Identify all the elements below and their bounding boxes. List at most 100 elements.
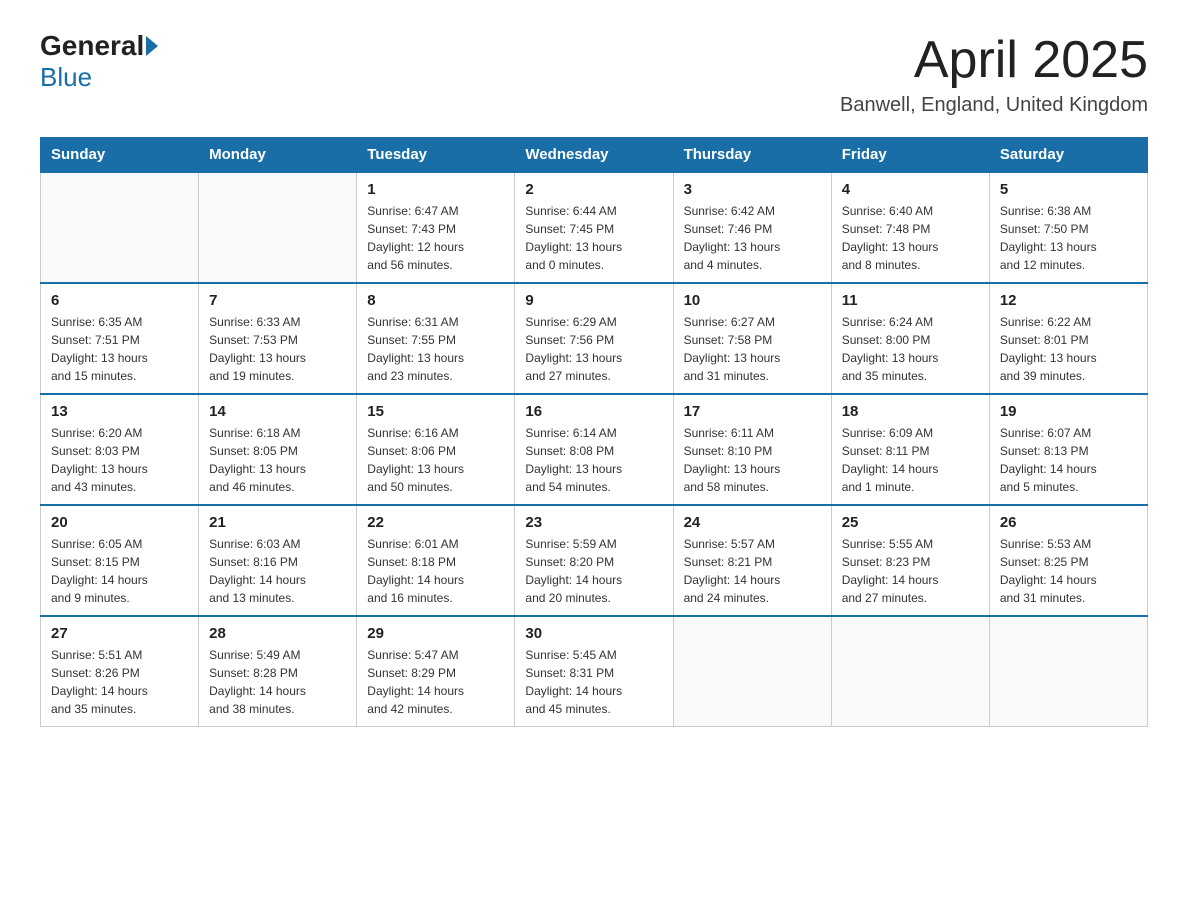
day-info: Sunrise: 5:53 AMSunset: 8:25 PMDaylight:… [1000,535,1137,607]
day-number: 1 [367,181,504,198]
calendar-cell: 2Sunrise: 6:44 AMSunset: 7:45 PMDaylight… [515,172,673,283]
calendar-cell: 16 Sunrise: 6:14 AMSunset: 8:08 PMDayligh… [515,394,673,505]
col-header-thursday: Thursday [673,138,831,173]
calendar-cell [199,172,357,283]
calendar-cell: 4 Sunrise: 6:40 AMSunset: 7:48 PMDaylight… [831,172,989,283]
logo-arrow-icon [146,36,158,56]
col-header-sunday: Sunday [41,138,199,173]
calendar-cell: 23 Sunrise: 5:59 AMSunset: 8:20 PMDayligh… [515,505,673,616]
day-number: 2 [525,181,662,198]
calendar-cell: 28 Sunrise: 5:49 AMSunset: 8:28 PMDayligh… [199,616,357,727]
day-number: 19 [1000,403,1137,420]
day-info: Sunrise: 6:20 AMSunset: 8:03 PMDaylight:… [51,424,188,496]
day-number: 22 [367,514,504,531]
day-number: 24 [684,514,821,531]
day-number: 16 [525,403,662,420]
day-number: 14 [209,403,346,420]
day-number: 10 [684,292,821,309]
calendar-cell: 8Sunrise: 6:31 AMSunset: 7:55 PMDaylight… [357,283,515,394]
calendar-cell: 17 Sunrise: 6:11 AMSunset: 8:10 PMDayligh… [673,394,831,505]
day-info: Sunrise: 6:01 AMSunset: 8:18 PMDaylight:… [367,535,504,607]
day-number: 9 [525,292,662,309]
day-number: 8 [367,292,504,309]
calendar-cell [41,172,199,283]
calendar-cell: 29 Sunrise: 5:47 AMSunset: 8:29 PMDayligh… [357,616,515,727]
day-info: Sunrise: 5:59 AMSunset: 8:20 PMDaylight:… [525,535,662,607]
calendar-cell [831,616,989,727]
calendar-cell: 7 Sunrise: 6:33 AMSunset: 7:53 PMDaylight… [199,283,357,394]
day-number: 27 [51,625,188,642]
day-info: Sunrise: 6:18 AMSunset: 8:05 PMDaylight:… [209,424,346,496]
calendar-cell: 9Sunrise: 6:29 AMSunset: 7:56 PMDaylight… [515,283,673,394]
day-info: Sunrise: 6:42 AMSunset: 7:46 PMDaylight:… [684,202,821,274]
calendar-cell: 21Sunrise: 6:03 AMSunset: 8:16 PMDayligh… [199,505,357,616]
day-number: 28 [209,625,346,642]
calendar-cell: 11 Sunrise: 6:24 AMSunset: 8:00 PMDayligh… [831,283,989,394]
week-row-2: 6Sunrise: 6:35 AMSunset: 7:51 PMDaylight… [41,283,1148,394]
day-info: Sunrise: 6:24 AMSunset: 8:00 PMDaylight:… [842,313,979,385]
day-number: 4 [842,181,979,198]
calendar-cell: 30 Sunrise: 5:45 AMSunset: 8:31 PMDayligh… [515,616,673,727]
day-info: Sunrise: 6:07 AMSunset: 8:13 PMDaylight:… [1000,424,1137,496]
calendar-cell [989,616,1147,727]
calendar-cell: 3 Sunrise: 6:42 AMSunset: 7:46 PMDaylight… [673,172,831,283]
day-number: 23 [525,514,662,531]
page-subtitle: Banwell, England, United Kingdom [840,94,1148,117]
day-number: 20 [51,514,188,531]
day-info: Sunrise: 5:57 AMSunset: 8:21 PMDaylight:… [684,535,821,607]
day-info: Sunrise: 6:33 AMSunset: 7:53 PMDaylight:… [209,313,346,385]
day-info: Sunrise: 6:16 AMSunset: 8:06 PMDaylight:… [367,424,504,496]
col-header-saturday: Saturday [989,138,1147,173]
day-info: Sunrise: 5:45 AMSunset: 8:31 PMDaylight:… [525,646,662,718]
calendar-cell: 1Sunrise: 6:47 AMSunset: 7:43 PMDaylight… [357,172,515,283]
day-info: Sunrise: 6:40 AMSunset: 7:48 PMDaylight:… [842,202,979,274]
day-info: Sunrise: 6:14 AMSunset: 8:08 PMDaylight:… [525,424,662,496]
day-info: Sunrise: 6:05 AMSunset: 8:15 PMDaylight:… [51,535,188,607]
calendar-cell: 27 Sunrise: 5:51 AMSunset: 8:26 PMDayligh… [41,616,199,727]
page-title: April 2025 [840,30,1148,90]
day-info: Sunrise: 6:22 AMSunset: 8:01 PMDaylight:… [1000,313,1137,385]
calendar-cell: 13 Sunrise: 6:20 AMSunset: 8:03 PMDayligh… [41,394,199,505]
calendar-cell: 15 Sunrise: 6:16 AMSunset: 8:06 PMDayligh… [357,394,515,505]
day-number: 29 [367,625,504,642]
day-number: 17 [684,403,821,420]
day-number: 13 [51,403,188,420]
day-number: 12 [1000,292,1137,309]
week-row-3: 13 Sunrise: 6:20 AMSunset: 8:03 PMDayligh… [41,394,1148,505]
day-number: 5 [1000,181,1137,198]
calendar-cell: 20 Sunrise: 6:05 AMSunset: 8:15 PMDayligh… [41,505,199,616]
calendar-cell: 18 Sunrise: 6:09 AMSunset: 8:11 PMDayligh… [831,394,989,505]
col-header-wednesday: Wednesday [515,138,673,173]
day-number: 6 [51,292,188,309]
day-number: 7 [209,292,346,309]
day-info: Sunrise: 5:47 AMSunset: 8:29 PMDaylight:… [367,646,504,718]
calendar-cell: 24 Sunrise: 5:57 AMSunset: 8:21 PMDayligh… [673,505,831,616]
page-header: General Blue April 2025 Banwell, England… [40,30,1148,117]
logo: General Blue [40,30,160,93]
week-row-4: 20 Sunrise: 6:05 AMSunset: 8:15 PMDayligh… [41,505,1148,616]
day-info: Sunrise: 6:11 AMSunset: 8:10 PMDaylight:… [684,424,821,496]
week-row-5: 27 Sunrise: 5:51 AMSunset: 8:26 PMDayligh… [41,616,1148,727]
calendar-cell: 25Sunrise: 5:55 AMSunset: 8:23 PMDayligh… [831,505,989,616]
day-number: 18 [842,403,979,420]
day-number: 11 [842,292,979,309]
day-number: 15 [367,403,504,420]
day-number: 3 [684,181,821,198]
day-info: Sunrise: 5:49 AMSunset: 8:28 PMDaylight:… [209,646,346,718]
col-header-tuesday: Tuesday [357,138,515,173]
day-info: Sunrise: 6:09 AMSunset: 8:11 PMDaylight:… [842,424,979,496]
calendar-cell: 26 Sunrise: 5:53 AMSunset: 8:25 PMDayligh… [989,505,1147,616]
day-number: 30 [525,625,662,642]
calendar-cell: 10Sunrise: 6:27 AMSunset: 7:58 PMDayligh… [673,283,831,394]
title-area: April 2025 Banwell, England, United King… [840,30,1148,117]
day-number: 26 [1000,514,1137,531]
calendar-table: SundayMondayTuesdayWednesdayThursdayFrid… [40,137,1148,727]
week-row-1: 1Sunrise: 6:47 AMSunset: 7:43 PMDaylight… [41,172,1148,283]
day-info: Sunrise: 5:51 AMSunset: 8:26 PMDaylight:… [51,646,188,718]
day-info: Sunrise: 5:55 AMSunset: 8:23 PMDaylight:… [842,535,979,607]
logo-general-text: General [40,30,144,62]
logo-blue-text: Blue [40,62,92,93]
calendar-cell: 6Sunrise: 6:35 AMSunset: 7:51 PMDaylight… [41,283,199,394]
calendar-cell: 12 Sunrise: 6:22 AMSunset: 8:01 PMDayligh… [989,283,1147,394]
col-header-monday: Monday [199,138,357,173]
